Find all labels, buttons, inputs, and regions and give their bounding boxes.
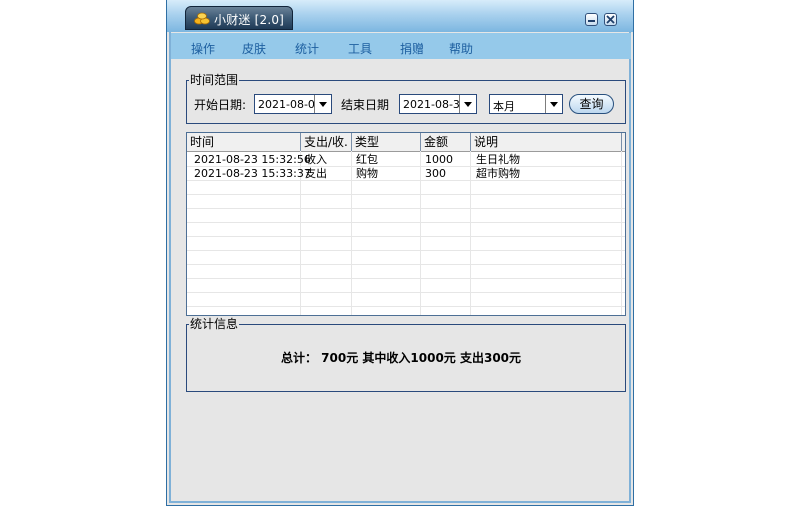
close-button[interactable] (604, 13, 617, 26)
column-header-type[interactable]: 类型 (352, 133, 421, 151)
column-header-amount[interactable]: 金额 (421, 133, 471, 151)
row-divider (187, 278, 625, 279)
row-divider (187, 194, 625, 195)
app-window: 小财迷 [2.0] 操作 皮肤 统计 工具 捐赠 帮助 时间范围 开始日期: 2… (166, 0, 634, 506)
menu-tools[interactable]: 工具 (348, 40, 372, 57)
column-divider (470, 151, 471, 315)
start-date-label: 开始日期: (194, 98, 247, 112)
column-header-note[interactable]: 说明 (471, 133, 622, 151)
chevron-down-icon[interactable] (459, 95, 476, 113)
records-table[interactable]: 时间 支出/收. 类型 金额 说明 2021-08-23 15:32:56 收入… (186, 132, 626, 316)
time-range-legend: 时间范围 (190, 73, 239, 87)
row-divider (187, 208, 625, 209)
chevron-down-icon[interactable] (545, 95, 562, 113)
stats-summary: 总计： 700元 其中收入1000元 支出300元 (280, 351, 522, 365)
period-value: 本月 (493, 100, 515, 113)
cell-time: 2021-08-23 15:32:56 (194, 153, 311, 166)
cell-note: 超市购物 (476, 167, 520, 180)
table-header: 时间 支出/收. 类型 金额 说明 (187, 133, 625, 152)
cell-note: 生日礼物 (476, 153, 520, 166)
minimize-button[interactable] (585, 13, 598, 26)
cell-type: 红包 (356, 153, 378, 166)
row-divider (187, 180, 625, 181)
start-date-value: 2021-08-01 (258, 98, 322, 111)
end-date-value: 2021-08-31 (403, 98, 467, 111)
end-date-picker[interactable]: 2021-08-31 (399, 94, 477, 114)
query-button[interactable]: 查询 (569, 94, 614, 114)
window-title: 小财迷 [2.0] (214, 13, 285, 27)
cell-time: 2021-08-23 15:33:37 (194, 167, 311, 180)
menu-bar: 操作 皮肤 统计 工具 捐赠 帮助 (171, 33, 631, 59)
row-divider (187, 250, 625, 251)
menu-skin[interactable]: 皮肤 (242, 40, 266, 57)
end-date-label: 结束日期 (341, 98, 390, 112)
stats-legend: 统计信息 (190, 317, 239, 331)
cell-io: 支出 (305, 167, 327, 180)
column-divider (420, 151, 421, 315)
close-icon (606, 15, 615, 24)
row-divider (187, 222, 625, 223)
column-header-io[interactable]: 支出/收. (301, 133, 352, 151)
chevron-down-icon[interactable] (314, 95, 331, 113)
row-divider (187, 292, 625, 293)
period-select[interactable]: 本月 (489, 94, 563, 114)
cell-type: 购物 (356, 167, 378, 180)
row-divider (187, 264, 625, 265)
row-divider (187, 306, 625, 307)
menu-operate[interactable]: 操作 (191, 40, 215, 57)
title-bar[interactable]: 小财迷 [2.0] (167, 0, 633, 32)
column-divider (351, 151, 352, 315)
cell-amount: 300 (425, 167, 446, 180)
cell-io: 收入 (305, 153, 327, 166)
menu-statistics[interactable]: 统计 (295, 40, 319, 57)
cell-amount: 1000 (425, 153, 453, 166)
column-divider (621, 151, 622, 315)
menu-donate[interactable]: 捐赠 (400, 40, 424, 57)
coins-icon (194, 12, 210, 25)
menu-help[interactable]: 帮助 (449, 40, 473, 57)
column-header-time[interactable]: 时间 (187, 133, 301, 151)
row-divider (187, 236, 625, 237)
title-tab: 小财迷 [2.0] (185, 6, 293, 30)
start-date-picker[interactable]: 2021-08-01 (254, 94, 332, 114)
